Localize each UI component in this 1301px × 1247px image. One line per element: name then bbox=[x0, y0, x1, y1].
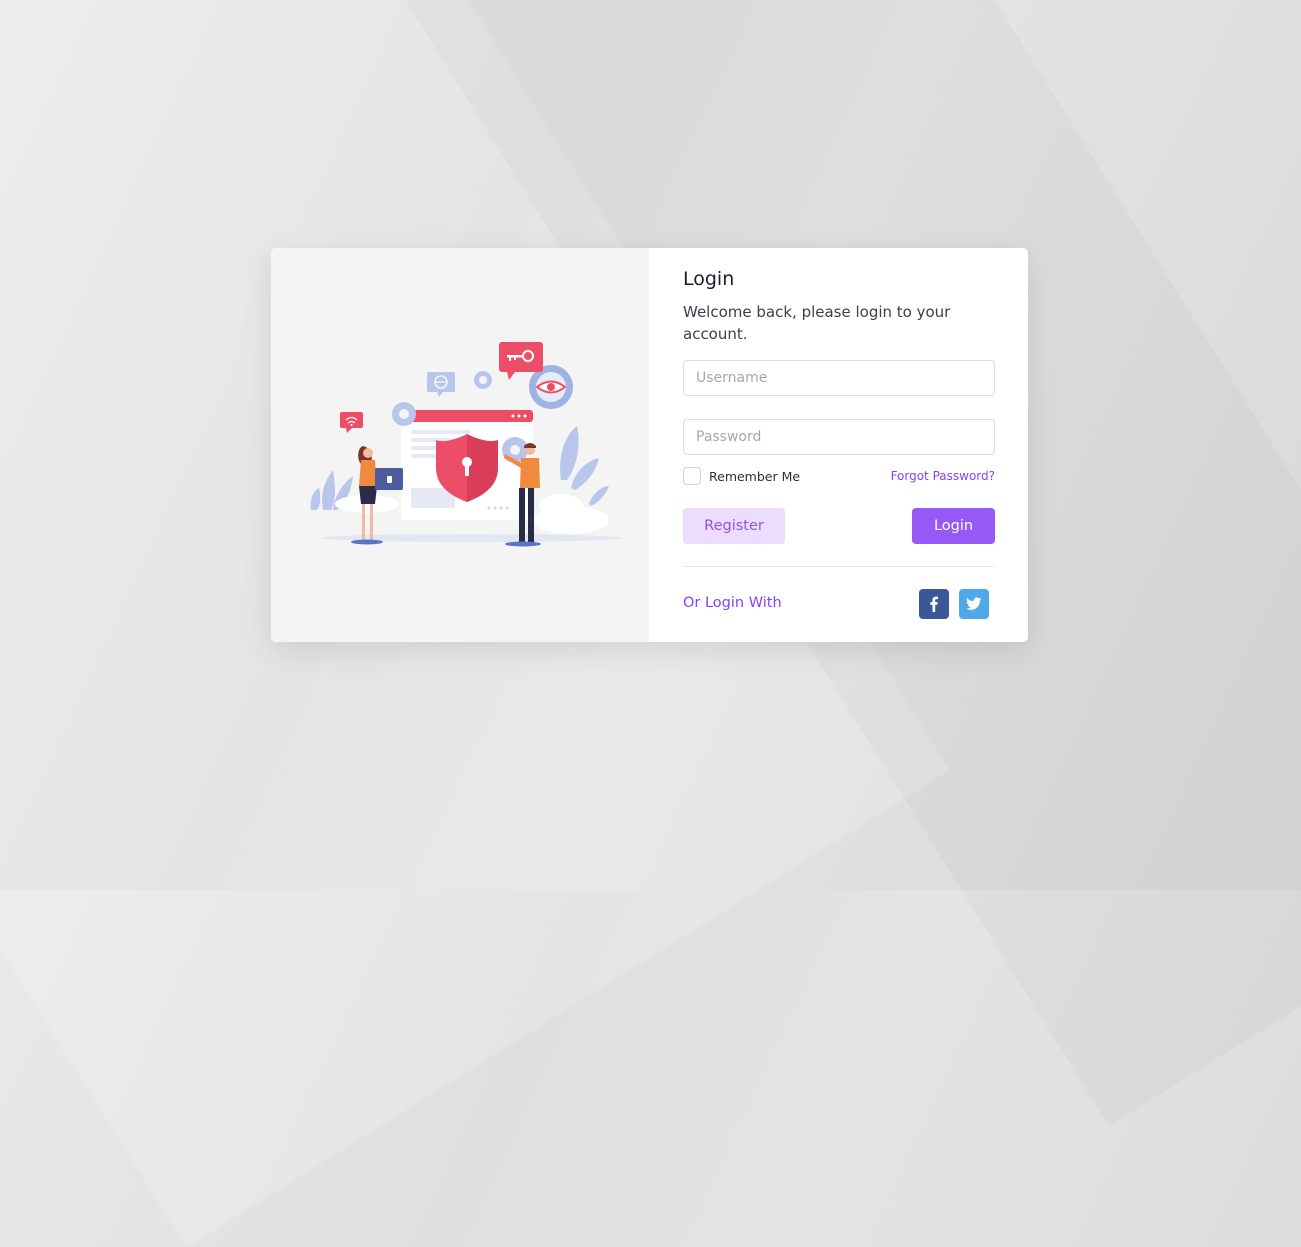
remember-me-checkbox[interactable] bbox=[683, 467, 701, 485]
page-title: Login bbox=[683, 268, 735, 290]
twitter-login-button[interactable] bbox=[959, 589, 989, 619]
login-button[interactable]: Login bbox=[912, 508, 995, 544]
security-illustration-panel bbox=[271, 248, 649, 642]
username-input[interactable] bbox=[683, 360, 995, 396]
facebook-icon bbox=[930, 596, 938, 612]
password-input[interactable] bbox=[683, 419, 995, 455]
remember-me-label: Remember Me bbox=[709, 468, 801, 484]
or-login-with-label: Or Login With bbox=[683, 595, 782, 611]
security-illustration bbox=[310, 342, 621, 547]
login-form-panel: Login Welcome back, please login to your… bbox=[649, 248, 1028, 642]
login-card: Login Welcome back, please login to your… bbox=[271, 248, 1028, 642]
twitter-icon bbox=[966, 597, 982, 610]
divider bbox=[683, 566, 995, 567]
register-button[interactable]: Register bbox=[683, 508, 785, 544]
remember-me-option[interactable]: Remember Me bbox=[683, 467, 800, 485]
welcome-message: Welcome back, please login to your accou… bbox=[683, 303, 951, 343]
forgot-password-link[interactable]: Forgot Password? bbox=[891, 469, 995, 483]
facebook-login-button[interactable] bbox=[919, 589, 949, 619]
